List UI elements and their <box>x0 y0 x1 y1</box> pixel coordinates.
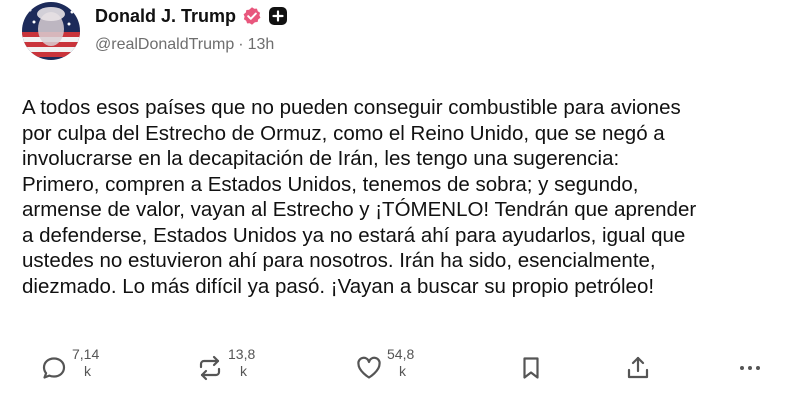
post-text-line: a defenderse, Estados Unidos ya no estar… <box>22 223 686 247</box>
repost-count-value: 13,8 <box>228 346 256 362</box>
more-dots-icon <box>736 354 764 382</box>
author-handle[interactable]: @realDonaldTrump <box>95 36 234 54</box>
avatar[interactable] <box>22 2 80 60</box>
repost-arrows-icon <box>196 354 224 382</box>
author-display-name[interactable]: Donald J. Trump <box>95 6 236 27</box>
share-icon <box>624 354 652 382</box>
reply-button[interactable]: 7,14 k <box>40 340 99 382</box>
share-button[interactable] <box>624 340 652 382</box>
repost-count-unit: k <box>240 363 247 379</box>
reply-count-value: 7,14 <box>72 346 100 362</box>
author-name-row: Donald J. Trump <box>95 3 288 29</box>
post-card: Donald J. Trump @realDonaldTrump · 13h A… <box>0 0 800 413</box>
like-count-value: 54,8 <box>387 346 415 362</box>
like-count: 54,8 k <box>387 346 414 380</box>
action-bar: 7,14 k 13,8 k 54,8 k <box>0 340 800 390</box>
post-text-line: diezmado. Lo más difícil ya pasó. ¡Vayan… <box>22 274 655 298</box>
speech-bubble-icon <box>40 354 68 382</box>
post-text-line: armense de valor, vayan al Estrecho y ¡T… <box>22 198 697 221</box>
post-text-line: por culpa del Estrecho de Ormuz, como el… <box>22 121 665 145</box>
follow-plus-icon[interactable] <box>268 6 288 26</box>
like-count-unit: k <box>399 363 406 379</box>
like-button[interactable]: 54,8 k <box>355 340 414 382</box>
author-meta-row: @realDonaldTrump · 13h <box>95 36 274 54</box>
verified-badge-icon <box>242 6 262 26</box>
post-text-line: A todos esos países que no pueden conseg… <box>22 96 681 119</box>
post-body-text: A todos esos países que no pueden conseg… <box>22 95 782 299</box>
reply-count: 7,14 k <box>72 346 99 380</box>
post-timestamp[interactable]: 13h <box>248 36 275 54</box>
repost-button[interactable]: 13,8 k <box>196 340 255 382</box>
repost-count: 13,8 k <box>228 346 255 380</box>
reply-count-unit: k <box>84 363 91 379</box>
post-text-line: involucrarse en la decapitación de Irán,… <box>22 147 620 170</box>
heart-icon <box>355 354 383 382</box>
post-text-line: Primero, compren a Estados Unidos, tenem… <box>22 172 639 196</box>
bookmark-icon <box>517 354 545 382</box>
meta-separator: · <box>238 36 244 53</box>
more-options-button[interactable] <box>736 340 764 382</box>
post-text-line: ustedes no estuvieron ahí para nosotros.… <box>22 249 656 272</box>
bookmark-button[interactable] <box>517 340 545 382</box>
